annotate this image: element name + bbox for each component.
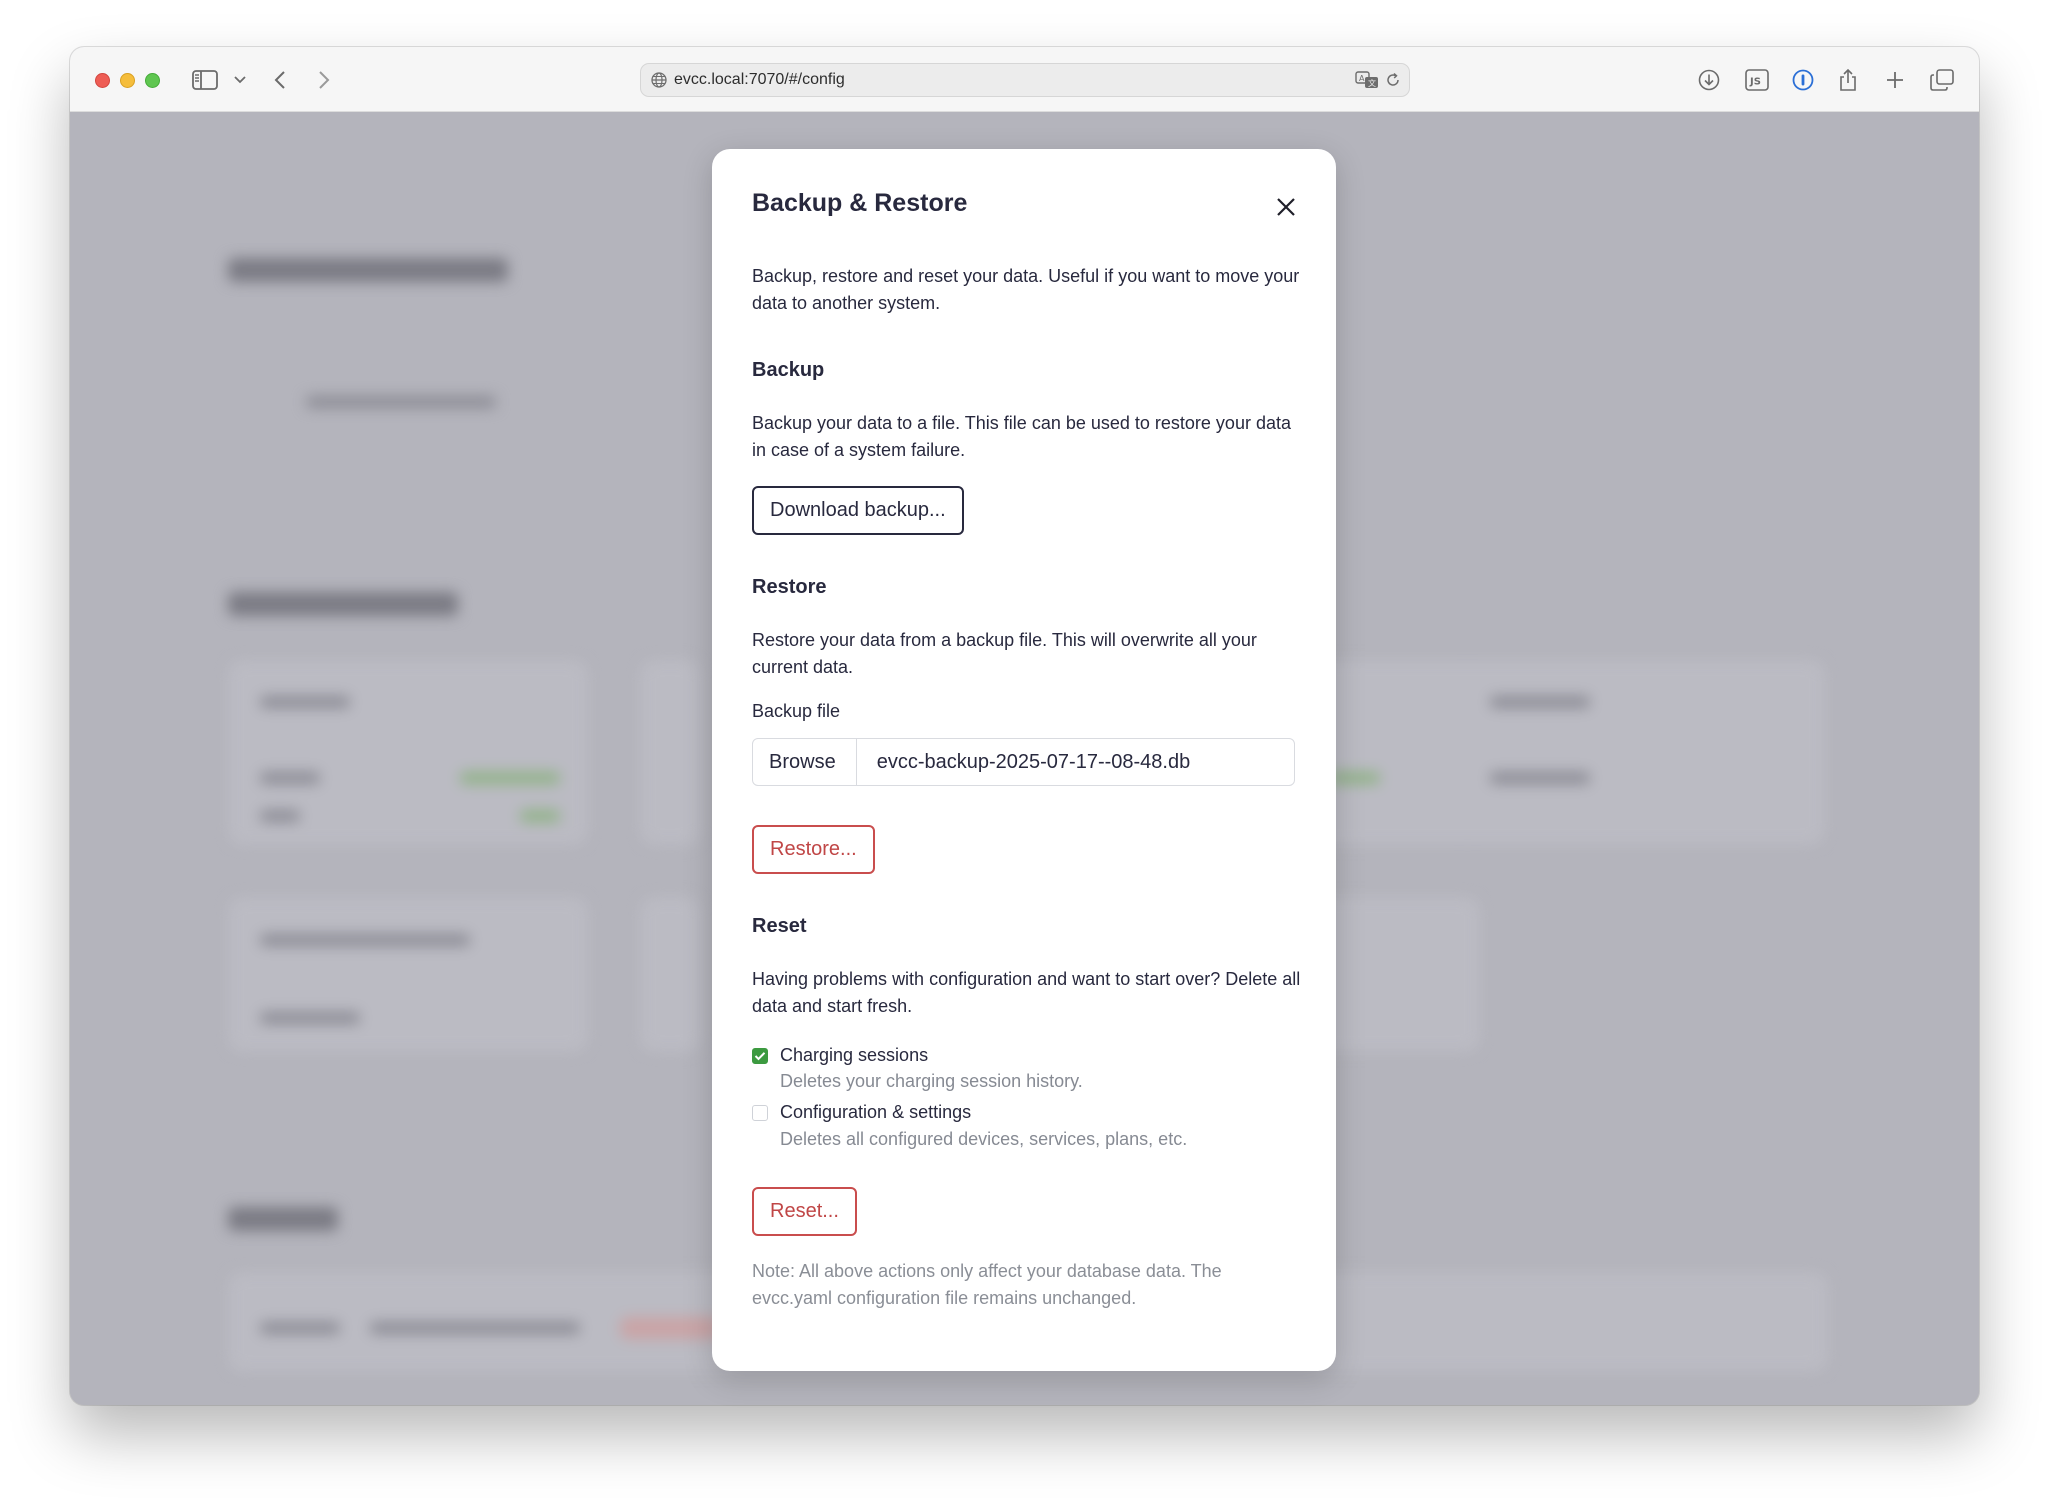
browse-button[interactable]: Browse <box>753 739 857 785</box>
sidebar-icon[interactable] <box>192 64 218 96</box>
minimize-window-button[interactable] <box>120 73 135 88</box>
reload-icon[interactable] <box>1385 72 1401 93</box>
modal-intro: Backup, restore and reset your data. Use… <box>752 266 1300 313</box>
svg-text:A: A <box>1359 74 1365 83</box>
configuration-settings-checkbox[interactable] <box>752 1104 768 1121</box>
selected-file-name: evcc-backup-2025-07-17--08-48.db <box>876 750 1191 773</box>
browser-toolbar: evcc.local:7070/#/config A文 JS <box>70 47 1979 112</box>
restore-button[interactable]: Restore... <box>752 825 875 874</box>
backup-file-label: Backup file <box>752 701 841 721</box>
plus-icon[interactable] <box>1885 64 1905 96</box>
restore-heading: Restore <box>752 576 827 598</box>
download-backup-button[interactable]: Download backup... <box>752 486 964 535</box>
database-note: Note: All above actions only affect your… <box>752 1261 1222 1308</box>
address-bar[interactable]: evcc.local:7070/#/config A文 <box>640 63 1410 97</box>
close-icon[interactable] <box>1272 193 1300 221</box>
modal-title: Backup & Restore <box>752 189 968 217</box>
reset-button[interactable]: Reset... <box>752 1187 857 1236</box>
globe-icon <box>651 72 667 93</box>
reset-heading: Reset <box>752 915 807 937</box>
backup-description: Backup your data to a file. This file ca… <box>752 413 1291 460</box>
url-text: evcc.local:7070/#/config <box>674 71 845 88</box>
svg-text:文: 文 <box>1368 78 1376 88</box>
configuration-settings-description: Deletes all configured devices, services… <box>780 1129 1188 1149</box>
svg-text:JS: JS <box>1749 77 1761 88</box>
configuration-settings-option[interactable]: Configuration & settings <box>752 1102 971 1123</box>
close-window-button[interactable] <box>95 73 110 88</box>
configuration-settings-label: Configuration & settings <box>780 1102 972 1122</box>
backup-heading: Backup <box>752 359 825 381</box>
backup-file-input[interactable]: Browse evcc-backup-2025-07-17--08-48.db <box>752 738 1295 786</box>
charging-sessions-checkbox[interactable] <box>752 1047 768 1064</box>
charging-sessions-option[interactable]: Charging sessions <box>752 1045 928 1066</box>
charging-sessions-description: Deletes your charging session history. <box>780 1071 1083 1091</box>
backup-restore-modal: Backup & Restore Backup, restore and res… <box>712 149 1336 1371</box>
zoom-window-button[interactable] <box>145 73 160 88</box>
js-extension-icon[interactable]: JS <box>1745 64 1769 96</box>
tabs-icon[interactable] <box>1930 64 1954 96</box>
password-manager-icon[interactable] <box>1792 64 1814 96</box>
restore-description: Restore your data from a backup file. Th… <box>752 630 1257 677</box>
download-icon[interactable] <box>1698 64 1720 96</box>
charging-sessions-label: Charging sessions <box>780 1045 929 1065</box>
chevron-left-icon[interactable] <box>274 64 286 96</box>
translate-icon[interactable]: A文 <box>1355 71 1379 94</box>
share-icon[interactable] <box>1838 64 1858 96</box>
reset-description: Having problems with configuration and w… <box>752 969 1301 1016</box>
chevron-right-icon[interactable] <box>318 64 330 96</box>
chevron-down-icon[interactable] <box>234 64 246 96</box>
